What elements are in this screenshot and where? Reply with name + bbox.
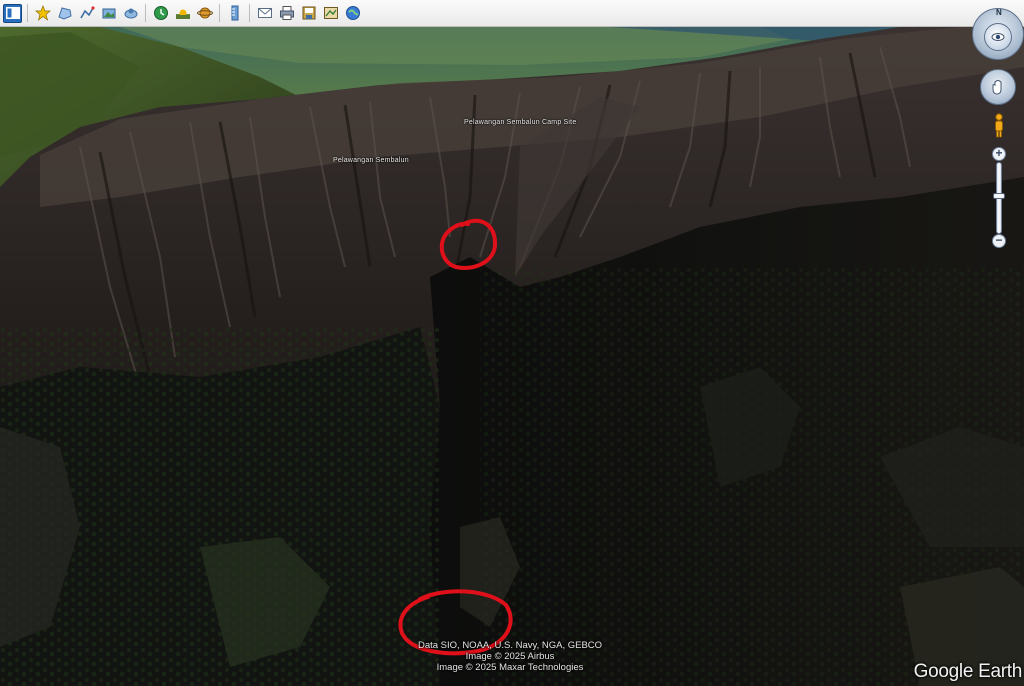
view-in-maps-icon[interactable]	[321, 4, 340, 23]
look-joystick-icon[interactable]	[984, 23, 1012, 51]
street-view-pegman-icon[interactable]	[993, 113, 1005, 139]
zoom-slider-thumb[interactable]	[993, 193, 1005, 199]
zoom-out-button[interactable]: −	[992, 234, 1006, 248]
attribution-data: Data SIO, NOAA, U.S. Navy, NGA, GEBCO	[417, 640, 603, 651]
attribution-airbus: Image © 2025 Airbus	[465, 651, 555, 662]
web-icon[interactable]	[343, 4, 362, 23]
compass-ring[interactable]: N	[972, 8, 1024, 60]
toolbar-separator	[249, 4, 250, 22]
add-path-icon[interactable]	[77, 4, 96, 23]
add-polygon-icon[interactable]	[55, 4, 74, 23]
sunlight-icon[interactable]	[173, 4, 192, 23]
imagery-attribution: Data SIO, NOAA, U.S. Navy, NGA, GEBCO Im…	[380, 640, 640, 673]
attribution-maxar: Image © 2025 Maxar Technologies	[436, 662, 584, 673]
add-image-overlay-icon[interactable]	[99, 4, 118, 23]
save-image-icon[interactable]	[299, 4, 318, 23]
google-earth-logo: Google Earth	[913, 661, 1023, 682]
toolbar-separator	[27, 4, 28, 22]
place-label-rim[interactable]: Pelawangan Sembalun	[333, 157, 409, 164]
zoom-in-button[interactable]: +	[992, 147, 1006, 161]
switch-to-sky-icon[interactable]	[195, 4, 214, 23]
email-icon[interactable]	[255, 4, 274, 23]
north-indicator[interactable]: N	[996, 8, 1002, 17]
toolbar	[0, 0, 1024, 27]
historical-imagery-icon[interactable]	[151, 4, 170, 23]
place-label-camp[interactable]: Pelawangan Sembalun Camp Site	[464, 119, 576, 126]
map-view[interactable]: Pelawangan Sembalun Camp Site Pelawangan…	[0, 27, 1024, 686]
toolbar-separator	[219, 4, 220, 22]
toolbar-separator	[145, 4, 146, 22]
print-icon[interactable]	[277, 4, 296, 23]
ruler-icon[interactable]	[225, 4, 244, 23]
record-tour-icon[interactable]	[121, 4, 140, 23]
move-joystick-icon[interactable]	[980, 69, 1016, 105]
add-placemark-icon[interactable]	[33, 4, 52, 23]
sidebar-toggle-icon[interactable]	[3, 3, 22, 23]
